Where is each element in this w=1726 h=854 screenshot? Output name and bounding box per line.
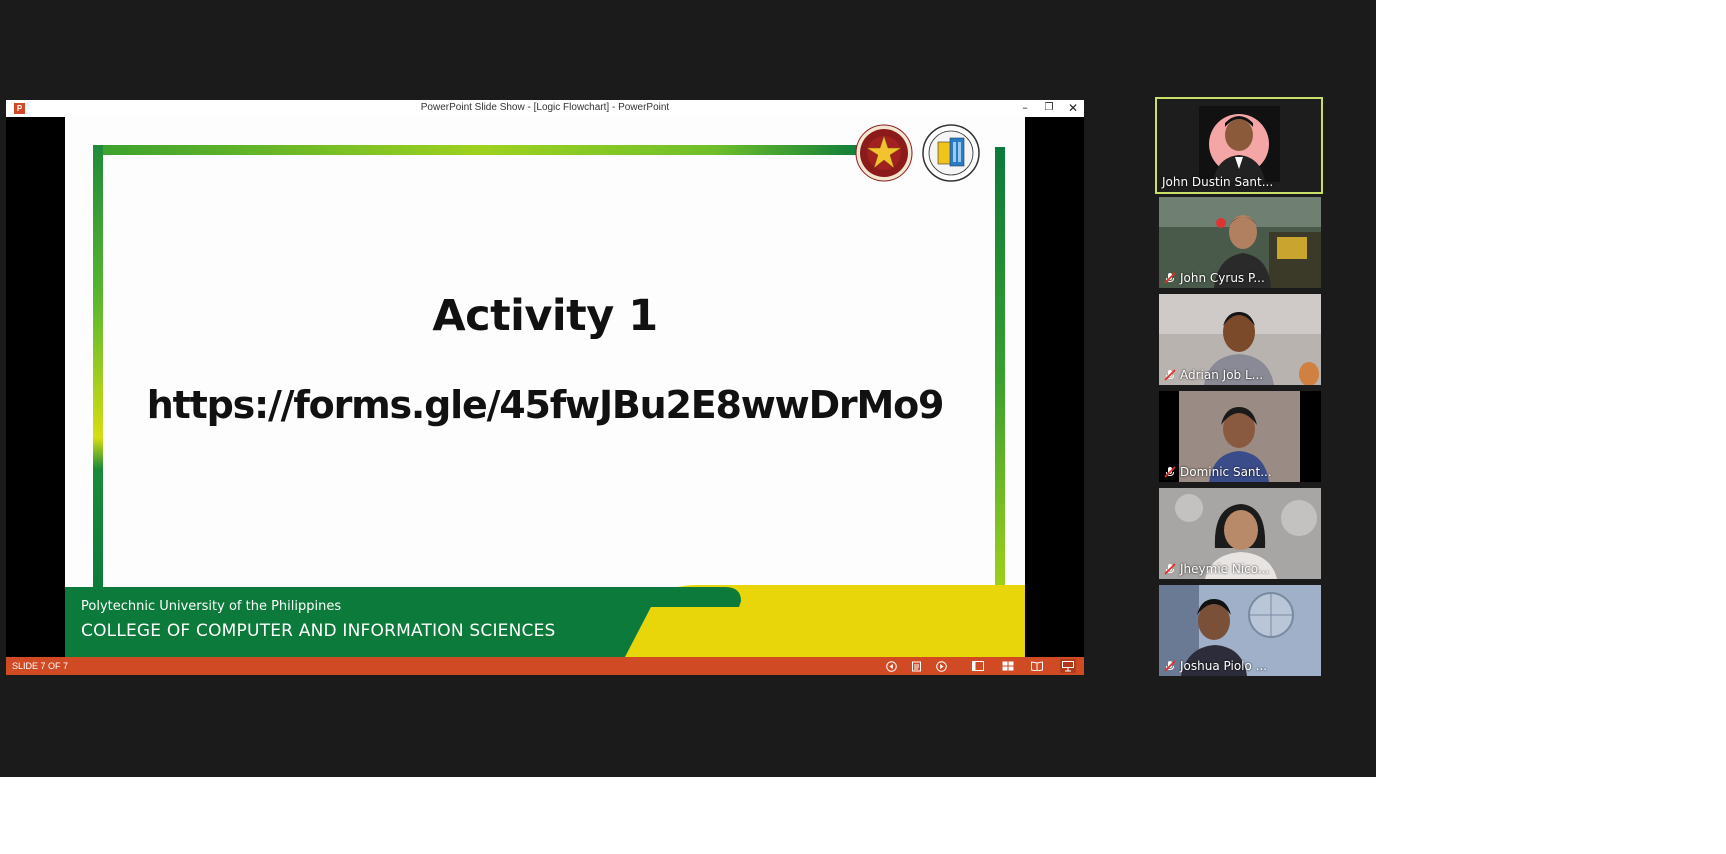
close-button[interactable]: ✕: [1061, 100, 1085, 117]
next-icon[interactable]: [933, 659, 949, 673]
meeting-window: P PowerPoint Slide Show - [Logic Flowcha…: [0, 0, 1376, 777]
participant-tile-active-speaker[interactable]: John Dustin Sant...: [1155, 97, 1323, 194]
slide-sorter-icon[interactable]: [1000, 659, 1016, 673]
slide-canvas[interactable]: Activity 1 https://forms.gle/45fwJBu2E8w…: [65, 117, 1025, 657]
participant-name: Adrian Job L...: [1180, 368, 1264, 382]
shared-screen-powerpoint[interactable]: P PowerPoint Slide Show - [Logic Flowcha…: [6, 100, 1084, 675]
slideshow-icon[interactable]: [1060, 659, 1076, 673]
ppt-titlebar[interactable]: P PowerPoint Slide Show - [Logic Flowcha…: [6, 100, 1084, 117]
normal-view-icon[interactable]: [970, 659, 986, 673]
muted-mic-icon: [1164, 660, 1176, 672]
footer-university: Polytechnic University of the Philippine…: [81, 599, 342, 614]
participant-tile[interactable]: John Cyrus P...: [1159, 197, 1321, 288]
previous-icon[interactable]: [883, 659, 899, 673]
participant-tile[interactable]: Jheymie Nico...: [1159, 488, 1321, 579]
restore-button[interactable]: ❐: [1037, 100, 1061, 117]
window-title: PowerPoint Slide Show - [Logic Flowchart…: [420, 102, 670, 113]
muted-mic-icon: [1164, 466, 1176, 478]
participant-name: Dominic Sant...: [1180, 465, 1272, 479]
slideshow-statusbar: SLIDE 7 OF 7: [6, 657, 1084, 675]
participant-name: John Cyrus P...: [1180, 271, 1265, 285]
pup-seal-icon: [855, 124, 913, 182]
participant-tile[interactable]: Adrian Job L...: [1159, 294, 1321, 385]
slide-heading: Activity 1: [432, 291, 658, 341]
slide-counter: SLIDE 7 OF 7: [12, 661, 69, 671]
ccis-seal-icon: [922, 124, 980, 182]
participant-tile[interactable]: Joshua Piolo ...: [1159, 585, 1321, 676]
activity-link[interactable]: https://forms.gle/45fwJBu2E8wwDrMo9: [65, 383, 1025, 427]
minimize-button[interactable]: –: [1013, 100, 1037, 117]
footer-college: COLLEGE OF COMPUTER AND INFORMATION SCIE…: [81, 621, 556, 641]
muted-mic-icon: [1164, 272, 1176, 284]
participant-name: Jheymie Nico...: [1180, 562, 1270, 576]
participant-tile[interactable]: Dominic Sant...: [1159, 391, 1321, 482]
muted-mic-icon: [1164, 369, 1176, 381]
reading-view-icon[interactable]: [1029, 659, 1045, 673]
participant-name: Joshua Piolo ...: [1180, 659, 1268, 673]
muted-mic-icon: [1164, 563, 1176, 575]
participant-name: John Dustin Sant...: [1162, 175, 1274, 189]
notes-icon[interactable]: [908, 659, 924, 673]
